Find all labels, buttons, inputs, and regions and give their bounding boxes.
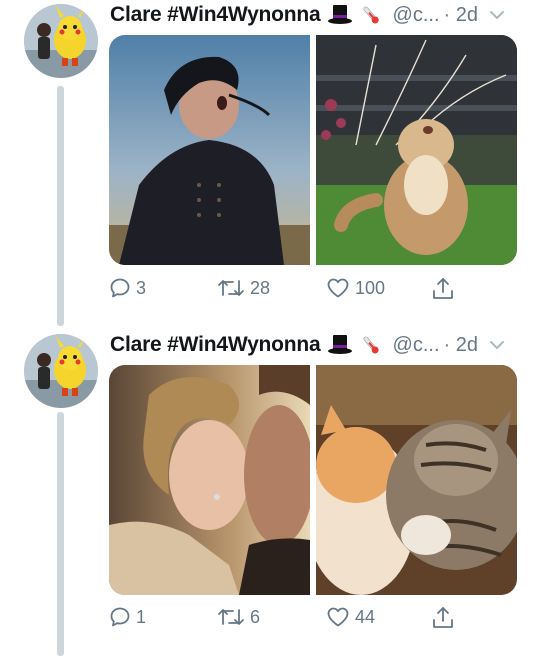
retweet-icon xyxy=(218,609,244,625)
user-handle[interactable]: @c... xyxy=(393,4,440,27)
reply-button[interactable]: 1 xyxy=(108,605,146,629)
retweet-button[interactable]: 28 xyxy=(216,276,270,300)
reply-icon xyxy=(110,278,130,298)
media-image-1[interactable] xyxy=(109,35,310,265)
retweet-count: 6 xyxy=(250,606,261,627)
like-count: 100 xyxy=(355,277,386,298)
tweet-header: Clare #Win4Wynonna @c... · 2d xyxy=(110,330,520,360)
tweet-actions: 3 28 100 xyxy=(108,276,468,306)
like-button[interactable]: 100 xyxy=(325,276,385,300)
share-button[interactable] xyxy=(430,276,460,302)
reply-button[interactable]: 3 xyxy=(108,276,146,300)
like-button[interactable]: 44 xyxy=(325,605,375,629)
thermometer-icon xyxy=(359,3,383,27)
share-button[interactable] xyxy=(430,605,460,631)
chevron-down-icon[interactable] xyxy=(488,339,506,351)
media-image-1[interactable] xyxy=(109,365,314,595)
media-image-2[interactable] xyxy=(316,35,517,265)
timestamp[interactable]: · 2d xyxy=(444,4,478,27)
display-name[interactable]: Clare #Win4Wynonna xyxy=(110,333,321,357)
user-handle[interactable]: @c... xyxy=(393,334,440,357)
like-icon xyxy=(327,278,349,298)
tweet[interactable]: Clare #Win4Wynonna @c... · 2d xyxy=(0,0,540,320)
like-count: 44 xyxy=(355,606,376,627)
share-icon xyxy=(433,607,453,628)
top-hat-icon xyxy=(327,333,353,357)
display-name[interactable]: Clare #Win4Wynonna xyxy=(110,3,321,27)
top-hat-icon xyxy=(327,3,353,27)
chevron-down-icon[interactable] xyxy=(488,9,506,21)
like-icon xyxy=(327,607,349,627)
timestamp[interactable]: · 2d xyxy=(444,334,478,357)
tweet-actions: 1 6 44 xyxy=(108,605,468,635)
tweet[interactable]: Clare #Win4Wynonna @c... · 2d xyxy=(0,330,540,658)
avatar[interactable] xyxy=(24,4,98,78)
retweet-icon xyxy=(218,280,244,296)
tweet-header: Clare #Win4Wynonna @c... · 2d xyxy=(110,0,520,30)
thermometer-icon xyxy=(359,333,383,357)
reply-icon xyxy=(110,607,130,627)
share-icon xyxy=(433,278,453,299)
avatar[interactable] xyxy=(24,334,98,408)
tweet-media[interactable] xyxy=(109,35,517,265)
media-image-2[interactable] xyxy=(306,365,517,595)
tweet-media[interactable] xyxy=(109,365,517,595)
retweet-count: 28 xyxy=(250,277,271,298)
reply-count: 1 xyxy=(136,606,147,627)
reply-count: 3 xyxy=(136,277,147,298)
retweet-button[interactable]: 6 xyxy=(216,605,260,629)
